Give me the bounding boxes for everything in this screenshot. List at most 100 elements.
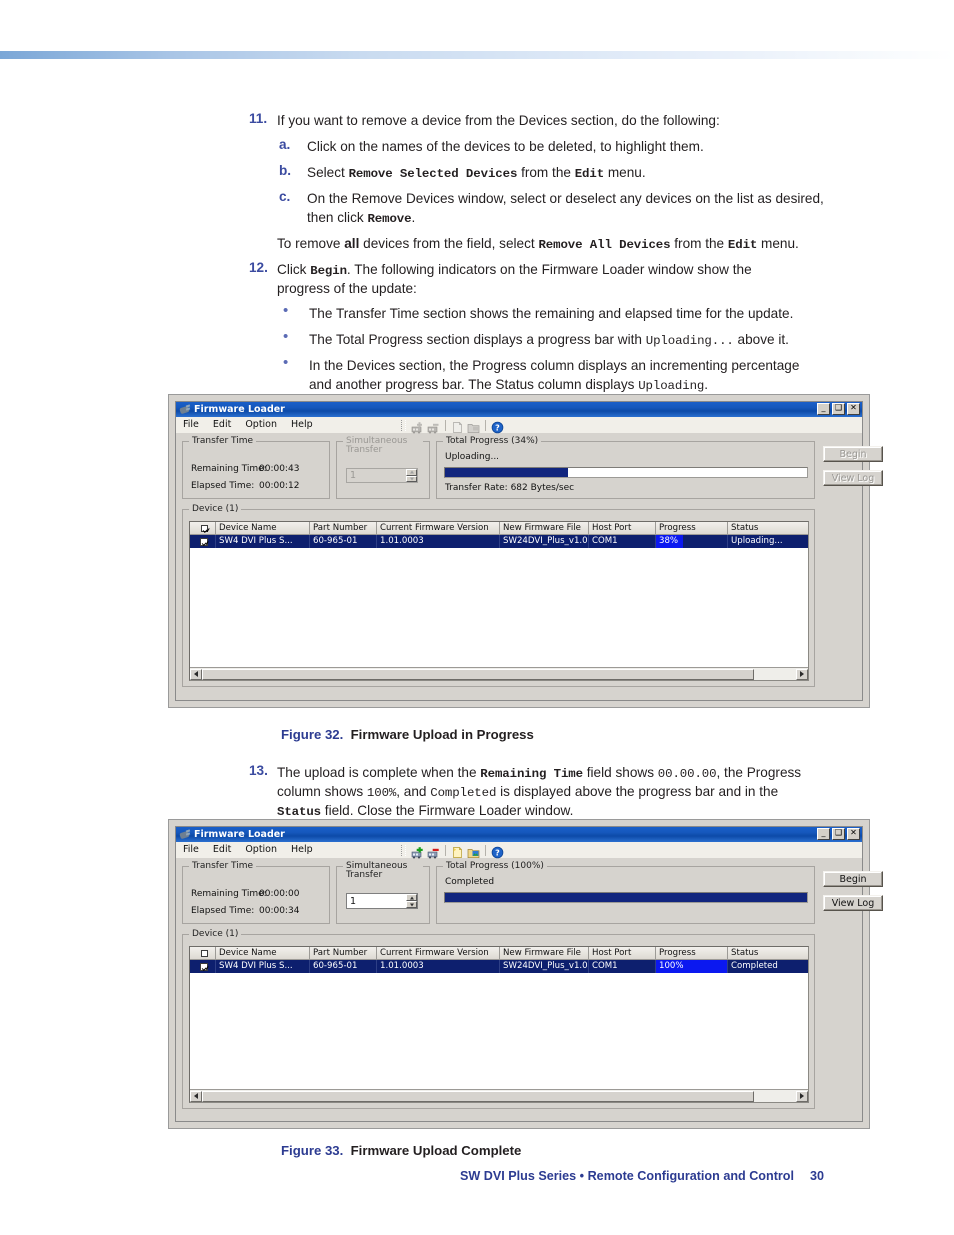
scroll-left-icon-2[interactable] xyxy=(190,1090,202,1102)
maximize-button[interactable]: ❑ xyxy=(832,403,845,415)
total-progress-legend-2: Total Progress (100%) xyxy=(443,861,547,871)
row-checkbox-1[interactable] xyxy=(200,537,208,546)
row-checkbox-2[interactable] xyxy=(200,962,208,971)
open-file-icon[interactable] xyxy=(467,419,480,433)
device-row-1[interactable]: SW4 DVI Plus S... 60-965-01 1.01.0003 SW… xyxy=(190,535,808,548)
stepper-down-icon-2[interactable] xyxy=(406,901,417,908)
elapsed-time-label-2: Elapsed Time: xyxy=(191,906,255,916)
scroll-left-icon-1[interactable] xyxy=(190,668,202,680)
select-all-checkbox-1[interactable] xyxy=(200,524,208,532)
remove-device-icon[interactable] xyxy=(427,419,440,433)
bullet-3-command: Uploading xyxy=(638,379,705,393)
simultaneous-transfer-value-2: 1 xyxy=(350,895,357,907)
device-list-hscrollbar-1[interactable] xyxy=(190,667,808,680)
view-log-button-label-2: View Log xyxy=(831,897,875,909)
close-icon: ✕ xyxy=(850,828,857,837)
column-part-number-2[interactable]: Part Number xyxy=(310,947,377,959)
minimize-button[interactable]: _ xyxy=(817,403,830,415)
new-file-icon[interactable] xyxy=(451,419,464,433)
row-select-cell-1[interactable] xyxy=(190,535,216,548)
window-1-menubar: File Edit Option Help ? xyxy=(176,417,862,434)
column-progress-1[interactable]: Progress xyxy=(656,522,728,534)
begin-button-label-2: Begin xyxy=(839,873,867,885)
simultaneous-transfer-stepper-1[interactable]: 1 xyxy=(346,468,418,483)
scroll-right-icon-1[interactable] xyxy=(796,668,808,680)
menu-option[interactable]: Option xyxy=(238,418,284,432)
menu-edit[interactable]: Edit xyxy=(206,418,238,432)
column-status-2[interactable]: Status xyxy=(728,947,808,959)
column-device-name-2[interactable]: Device Name xyxy=(216,947,310,959)
bullet-2-post: above it. xyxy=(733,332,789,347)
window-1-title: Firmware Loader xyxy=(194,403,285,415)
scroll-right-icon-2[interactable] xyxy=(796,1090,808,1102)
open-file-icon[interactable] xyxy=(467,844,480,858)
step-11b-command: Remove Selected Devices xyxy=(348,167,518,181)
device-row-2[interactable]: SW4 DVI Plus S... 60-965-01 1.01.0003 SW… xyxy=(190,960,808,973)
menu-option[interactable]: Option xyxy=(238,843,284,857)
column-current-firmware-1[interactable]: Current Firmware Version xyxy=(377,522,500,534)
column-device-name-1[interactable]: Device Name xyxy=(216,522,310,534)
window-2-titlebar[interactable]: Firmware Loader _ ❑ ✕ xyxy=(176,827,862,842)
help-icon[interactable]: ? xyxy=(491,844,504,858)
stepper-arrows-1[interactable] xyxy=(406,469,417,482)
remove-device-icon[interactable] xyxy=(427,844,440,858)
new-file-icon[interactable] xyxy=(451,844,464,858)
stepper-up-icon-2[interactable] xyxy=(406,894,417,901)
window-1-titlebar[interactable]: Firmware Loader _ ❑ ✕ xyxy=(176,402,862,417)
column-status-1[interactable]: Status xyxy=(728,522,808,534)
toolbar-grip[interactable] xyxy=(401,419,406,431)
simultaneous-transfer-value-1: 1 xyxy=(350,470,357,481)
total-progress-fill-1 xyxy=(445,468,569,477)
stepper-down-icon-1[interactable] xyxy=(406,475,417,482)
footer-title: SW DVI Plus Series • Remote Configuratio… xyxy=(460,1169,794,1183)
help-icon[interactable]: ? xyxy=(491,419,504,433)
select-all-checkbox-2[interactable] xyxy=(200,949,208,957)
scroll-thumb-1[interactable] xyxy=(202,668,754,680)
step-11-text: If you want to remove a device from the … xyxy=(277,113,720,128)
simultaneous-transfer-stepper-2[interactable]: 1 xyxy=(346,893,418,909)
close-button[interactable]: ✕ xyxy=(847,403,860,415)
header-select-all-cell-2[interactable] xyxy=(190,947,216,959)
begin-button-1[interactable]: Begin xyxy=(823,446,883,462)
column-part-number-1[interactable]: Part Number xyxy=(310,522,377,534)
view-log-button-label-1: View Log xyxy=(831,472,875,484)
menu-help[interactable]: Help xyxy=(284,843,320,857)
note-pre: To remove xyxy=(277,236,345,251)
cell-new-firmware-file-2: SW24DVI_Plus_v1.0... xyxy=(500,960,589,973)
close-button[interactable]: ✕ xyxy=(847,828,860,840)
column-new-firmware-file-2[interactable]: New Firmware File xyxy=(500,947,589,959)
column-progress-2[interactable]: Progress xyxy=(656,947,728,959)
maximize-icon: ❑ xyxy=(834,828,843,837)
menu-help[interactable]: Help xyxy=(284,418,320,432)
column-host-port-1[interactable]: Host Port xyxy=(589,522,656,534)
stepper-arrows-2[interactable] xyxy=(406,894,417,908)
scroll-thumb-2[interactable] xyxy=(202,1090,754,1102)
add-device-icon[interactable] xyxy=(411,844,424,858)
scroll-track-1[interactable] xyxy=(754,668,796,680)
minimize-button[interactable]: _ xyxy=(817,828,830,840)
header-select-all-cell-1[interactable] xyxy=(190,522,216,534)
step-12-line1: Click Begin. The following indicators on… xyxy=(277,260,887,281)
device-list-1[interactable]: Device Name Part Number Current Firmware… xyxy=(189,521,809,681)
toolbar-grip[interactable] xyxy=(401,844,406,856)
maximize-button[interactable]: ❑ xyxy=(832,828,845,840)
add-device-icon[interactable] xyxy=(411,419,424,433)
menu-file[interactable]: File xyxy=(176,843,206,857)
view-log-button-2[interactable]: View Log xyxy=(823,895,883,911)
device-list-2[interactable]: Device Name Part Number Current Firmware… xyxy=(189,946,809,1103)
column-host-port-2[interactable]: Host Port xyxy=(589,947,656,959)
column-current-firmware-2[interactable]: Current Firmware Version xyxy=(377,947,500,959)
scroll-track-2[interactable] xyxy=(754,1090,796,1102)
column-new-firmware-file-1[interactable]: New Firmware File xyxy=(500,522,589,534)
view-log-button-1[interactable]: View Log xyxy=(823,470,883,486)
device-list-hscrollbar-2[interactable] xyxy=(190,1089,808,1102)
step-12-line2: progress of the update: xyxy=(277,281,417,296)
step-11b-text: Select Remove Selected Devices from the … xyxy=(307,163,907,184)
row-select-cell-2[interactable] xyxy=(190,960,216,973)
menu-file[interactable]: File xyxy=(176,418,206,432)
elapsed-time-label-1: Elapsed Time: xyxy=(191,481,255,491)
begin-button-2[interactable]: Begin xyxy=(823,871,883,887)
note-post: menu. xyxy=(757,236,799,251)
menu-edit[interactable]: Edit xyxy=(206,843,238,857)
device-list-header-2: Device Name Part Number Current Firmware… xyxy=(190,947,808,960)
